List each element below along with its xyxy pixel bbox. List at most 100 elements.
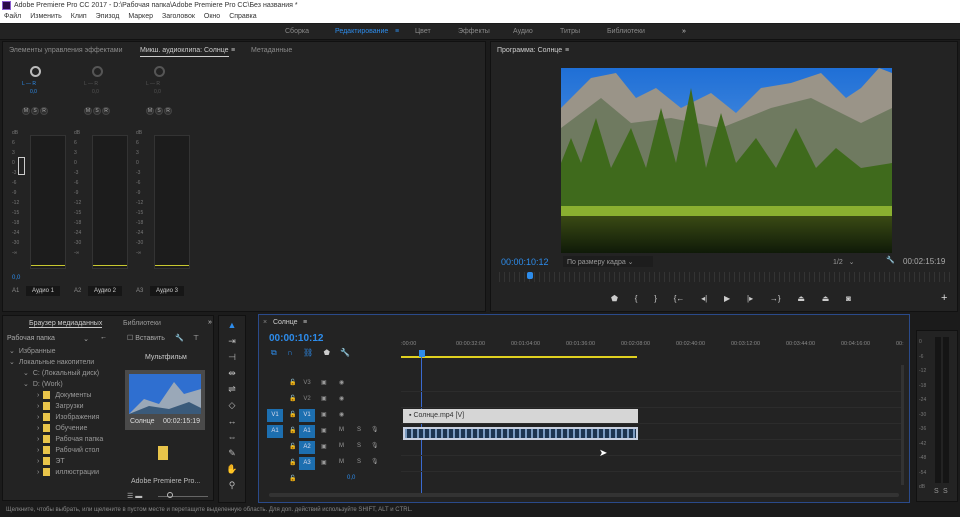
menu-sequence[interactable]: Эпизод	[96, 13, 120, 20]
lift-button-icon[interactable]: ⏏	[797, 294, 805, 303]
thumbnail-size-slider[interactable]	[158, 496, 208, 497]
solo-left-button[interactable]: S	[934, 488, 939, 495]
timeline-vertical-scrollbar[interactable]	[901, 365, 904, 485]
slip-tool-icon[interactable]: ↔	[219, 416, 245, 432]
settings-wrench-icon[interactable]: 🔧	[886, 256, 895, 264]
sync-lock-icon[interactable]: ▣	[321, 443, 327, 450]
tab-media-browser[interactable]: Браузер медиаданных	[29, 320, 103, 328]
mark-out-button-icon[interactable]: }	[654, 294, 657, 303]
msr-button[interactable]: R	[40, 107, 48, 115]
ripple-edit-tool-icon[interactable]: ⊣	[219, 352, 245, 368]
slide-tool-icon[interactable]: ⇔	[219, 432, 245, 448]
menu-window[interactable]: Окно	[204, 13, 220, 20]
track-target[interactable]: V1	[299, 409, 315, 422]
audio-clip[interactable]	[403, 427, 638, 440]
location-dropdown[interactable]: Рабочая папка ⌄	[7, 335, 89, 343]
filter-icon[interactable]: ⊤	[193, 334, 199, 342]
voiceover-mic-icon[interactable]: 🎙	[371, 426, 379, 433]
menu-title[interactable]: Заголовок	[162, 13, 195, 20]
sync-lock-icon[interactable]: ▣	[321, 459, 327, 466]
zoom-tool-icon[interactable]: ⚲	[219, 480, 245, 496]
source-patch[interactable]: V1	[267, 409, 283, 422]
slider-handle[interactable]	[167, 492, 173, 498]
msr-button[interactable]: S	[31, 107, 39, 115]
timeline-timecode[interactable]: 00:00:10:12	[269, 333, 323, 344]
workspace-menu-icon[interactable]: ≡	[395, 28, 399, 35]
extract-button-icon[interactable]: ⏏	[822, 294, 830, 303]
snap-icon[interactable]: ∩	[287, 348, 293, 357]
tree-item[interactable]: › Изображения	[9, 412, 119, 423]
program-menu-icon[interactable]: ≡	[565, 47, 569, 54]
voiceover-mic-icon[interactable]: 🎙	[371, 442, 379, 449]
msr-button[interactable]: R	[164, 107, 172, 115]
source-patch[interactable]: A1	[267, 425, 283, 438]
timeline-settings-icon[interactable]: 🔧	[340, 348, 350, 357]
tree-item[interactable]: › Рабочая папка	[9, 434, 119, 445]
add-marker-icon[interactable]: ⬟	[323, 348, 330, 357]
sync-lock-icon[interactable]: ▣	[321, 395, 327, 402]
add-button-icon[interactable]: +	[941, 292, 947, 304]
workspace-assembly[interactable]: Сборка	[285, 28, 309, 35]
export-frame-button-icon[interactable]: ◙	[846, 294, 851, 303]
sync-lock-icon[interactable]: ▣	[321, 379, 327, 386]
track-target[interactable]: A1	[299, 425, 315, 438]
solo-button[interactable]: S	[357, 427, 361, 433]
workspace-editing[interactable]: Редактирование	[335, 28, 388, 35]
list-view-icon[interactable]: ☰ ▬	[127, 492, 142, 500]
mute-button[interactable]: M	[339, 427, 344, 433]
insert-checkbox[interactable]: ☐ Вставить	[127, 334, 165, 342]
lock-icon[interactable]: 🔓	[289, 395, 296, 402]
mute-button[interactable]: M	[339, 443, 344, 449]
timeline-playhead-handle[interactable]	[419, 350, 425, 357]
track-target[interactable]: V3	[299, 377, 315, 390]
tab-audio-clip-mixer[interactable]: Микш. аудиоклипа: Солнце	[140, 47, 229, 57]
lock-icon[interactable]: 🔓	[289, 427, 296, 434]
tree-item[interactable]: › Загрузки	[9, 401, 119, 412]
mark-in-button-icon[interactable]: {	[635, 294, 638, 303]
workspace-effects[interactable]: Эффекты	[458, 28, 490, 35]
work-area-bar[interactable]	[401, 356, 637, 358]
menu-marker[interactable]: Маркер	[128, 13, 153, 20]
pan-knob[interactable]	[154, 66, 165, 77]
workspace-color[interactable]: Цвет	[415, 28, 431, 35]
tab-metadata[interactable]: Метаданные	[251, 47, 292, 54]
lock-icon[interactable]: 🔓	[289, 379, 296, 386]
lock-icon[interactable]: 🔓	[289, 459, 296, 466]
step-back-button-icon[interactable]: ◂|	[701, 294, 707, 303]
msr-button[interactable]: S	[155, 107, 163, 115]
lock-icon[interactable]: 🔓	[289, 443, 296, 450]
go-to-in-button-icon[interactable]: {←	[674, 294, 685, 303]
eye-icon[interactable]: ◉	[339, 411, 344, 418]
tree-item[interactable]: › Обучение	[9, 423, 119, 434]
timeline-ruler[interactable]: :00:00 00:00:32:00 00:01:04:00 00:01:36:00 0…	[401, 341, 904, 355]
track-select-tool-icon[interactable]: ⇥	[219, 336, 245, 352]
sequence-menu-icon[interactable]: ≡	[303, 319, 307, 326]
eye-icon[interactable]: ◉	[339, 379, 344, 386]
rolling-edit-tool-icon[interactable]: ⇹	[219, 368, 245, 384]
linked-selection-icon[interactable]: ⛓	[303, 348, 313, 357]
msr-button[interactable]: M	[22, 107, 30, 115]
voiceover-mic-icon[interactable]: 🎙	[371, 458, 379, 465]
tree-item[interactable]: › ЭТ	[9, 456, 119, 467]
rate-stretch-tool-icon[interactable]: ⇌	[219, 384, 245, 400]
workspace-audio[interactable]: Аудио	[513, 28, 533, 35]
sequence-tab[interactable]: Солнце	[273, 319, 298, 326]
pan-knob[interactable]	[30, 66, 41, 77]
tab-libraries[interactable]: Библиотеки	[123, 320, 161, 327]
go-to-out-button-icon[interactable]: →}	[770, 294, 781, 303]
video-clip[interactable]: ▪ Солнце.mp4 [V]	[403, 409, 638, 423]
solo-button[interactable]: S	[357, 443, 361, 449]
workspace-titles[interactable]: Титры	[560, 28, 580, 35]
lock-icon[interactable]: 🔓	[289, 411, 296, 418]
tree-item[interactable]: ⌄ C: (Локальный диск)	[9, 368, 119, 379]
menu-help[interactable]: Справка	[229, 13, 256, 20]
tree-item[interactable]: › иллюстрации	[9, 467, 119, 478]
track-target[interactable]: V2	[299, 393, 315, 406]
tab-effect-controls[interactable]: Элементы управления эффектами	[9, 47, 123, 54]
folder-icon[interactable]	[158, 446, 168, 460]
program-timecode[interactable]: 00:00:10:12	[501, 257, 549, 267]
more-panels-icon[interactable]: »	[208, 319, 212, 326]
resolution-dropdown[interactable]: 1/2 ⌄	[829, 256, 879, 267]
hand-tool-icon[interactable]: ✋	[219, 464, 245, 480]
step-forward-button-icon[interactable]: |▸	[747, 294, 753, 303]
